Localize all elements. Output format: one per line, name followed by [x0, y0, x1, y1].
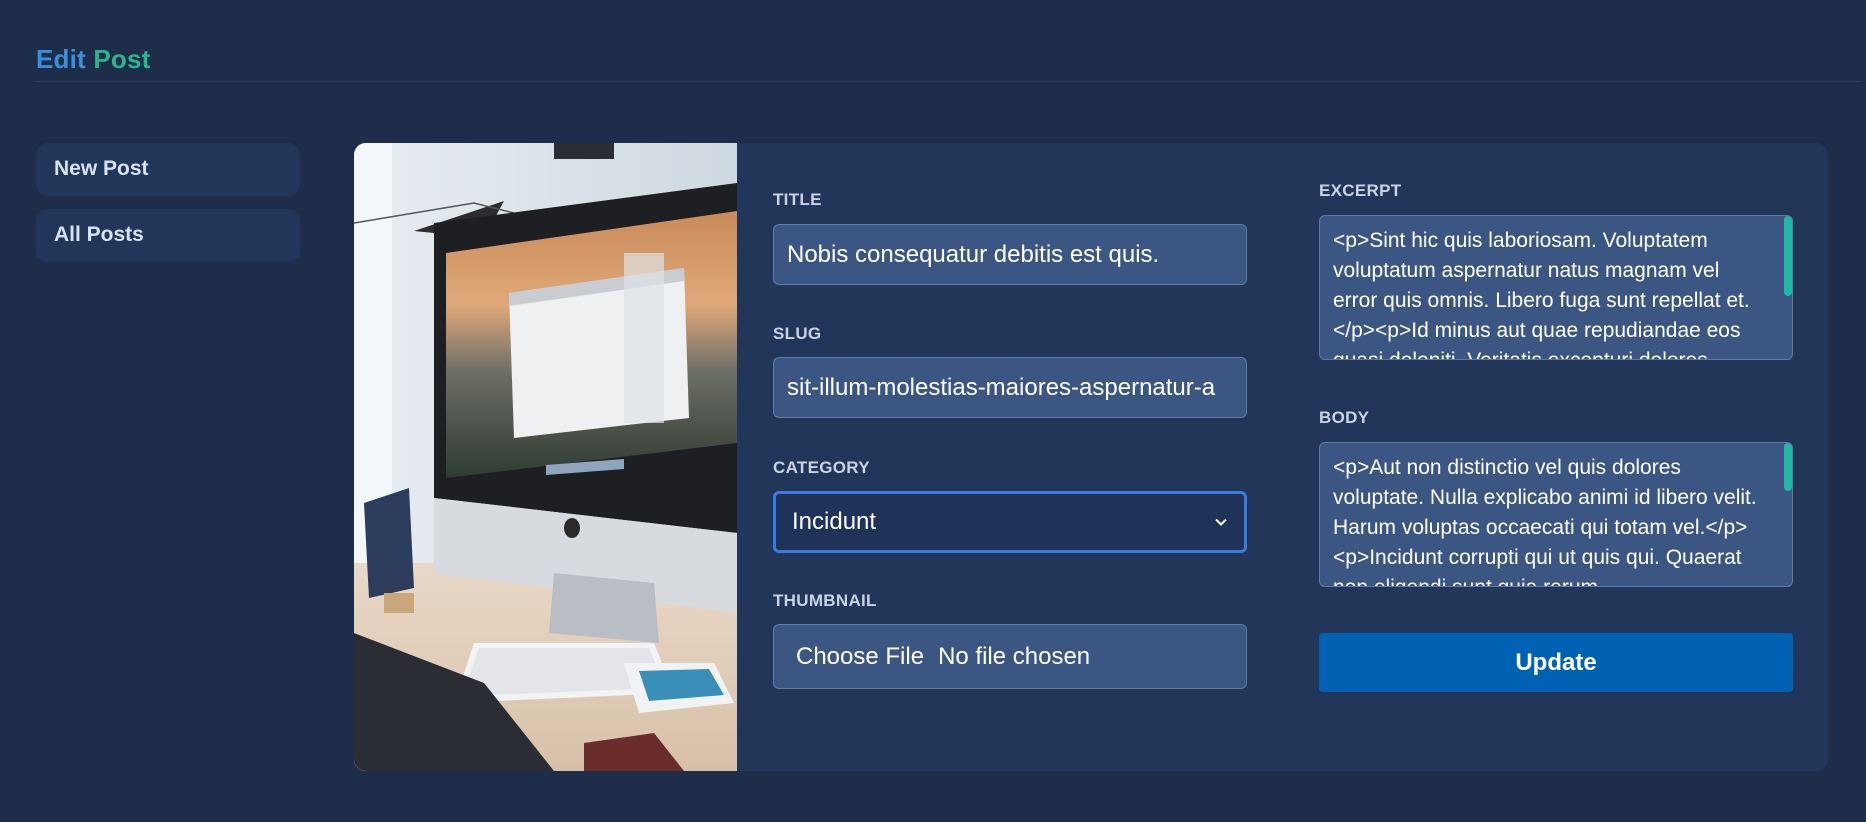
category-select[interactable]: Incidunt [773, 491, 1247, 553]
excerpt-textarea[interactable]: <p>Sint hic quis laboriosam. Voluptatem … [1319, 215, 1793, 360]
thumbnail-file-input[interactable]: Choose File No file chosen [773, 624, 1247, 689]
slug-input[interactable]: sit-illum-molestias-maiores-aspernatur-a [773, 357, 1247, 418]
slug-label: SLUG [773, 324, 822, 343]
sidebar-item-new-post[interactable]: New Post [36, 143, 300, 196]
choose-file-button[interactable]: Choose File [796, 643, 924, 671]
edit-post-card: TITLE Nobis consequatur debitis est quis… [354, 143, 1828, 771]
page-title: Edit Post [36, 44, 1860, 75]
excerpt-scrollbar[interactable] [1784, 216, 1792, 296]
body-scrollbar[interactable] [1784, 443, 1792, 491]
page-header: Edit Post [36, 44, 1860, 82]
page-title-post: Post [93, 44, 151, 74]
excerpt-textarea-value: <p>Sint hic quis laboriosam. Voluptatem … [1333, 229, 1750, 359]
title-input-value: Nobis consequatur debitis est quis. [787, 240, 1160, 268]
title-label: TITLE [773, 190, 822, 209]
category-label: CATEGORY [773, 458, 870, 477]
file-status-text: No file chosen [938, 642, 1091, 670]
sidebar: New Post All Posts [36, 143, 300, 275]
chevron-down-icon [1215, 518, 1227, 526]
thumbnail-label: THUMBNAIL [773, 591, 877, 610]
category-selected-value: Incidunt [792, 508, 877, 535]
sidebar-item-all-posts[interactable]: All Posts [36, 209, 300, 262]
excerpt-label: EXCERPT [1319, 181, 1402, 200]
body-textarea-value: <p>Aut non distinctio vel quis dolores v… [1333, 456, 1757, 586]
body-textarea[interactable]: <p>Aut non distinctio vel quis dolores v… [1319, 442, 1793, 587]
slug-input-value: sit-illum-molestias-maiores-aspernatur-a [787, 373, 1216, 401]
title-input[interactable]: Nobis consequatur debitis est quis. [773, 224, 1247, 285]
body-label: BODY [1319, 408, 1370, 427]
post-thumbnail-image [354, 143, 737, 771]
page-title-edit: Edit [36, 44, 86, 74]
update-button[interactable]: Update [1319, 633, 1793, 692]
